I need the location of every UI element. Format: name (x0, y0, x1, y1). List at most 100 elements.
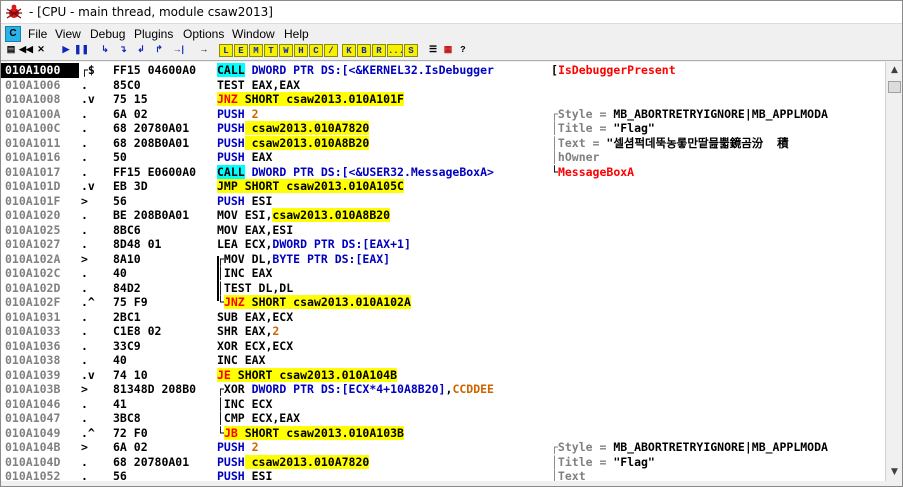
trace-over-icon[interactable]: ↱ (152, 44, 166, 57)
comment-cell: └MessageBoxA (551, 165, 885, 180)
disasm-row[interactable]: 010A1047. 3BC8 │CMP ECX,EAX (1, 411, 885, 426)
execute-till-return-icon[interactable]: →| (173, 44, 187, 57)
disasm-row[interactable]: 010A1027. 8D48 01 LEA ECX,DWORD PTR DS:[EA… (1, 237, 885, 252)
vertical-scrollbar[interactable]: ▲ ▼ (885, 62, 902, 481)
jump-marker: . (81, 324, 88, 338)
scroll-thumb[interactable] (888, 81, 901, 93)
hex-dump-cell: 8A10 (113, 251, 141, 266)
menu-options[interactable]: Options (183, 27, 224, 41)
disasm-row[interactable]: 010A102A >8A10 ┌MOV DL,BYTE PTR DS:[EAX] (1, 252, 885, 267)
comment-cell (551, 411, 885, 426)
asm-token: EAX (244, 150, 273, 164)
scroll-down-icon[interactable]: ▼ (886, 464, 902, 481)
disasm-row[interactable]: 010A1006. 85C0 TEST EAX,EAX (1, 78, 885, 93)
asm-token: csaw2013.010A8B20 (272, 208, 391, 222)
asm-token: SHORT csaw2013.010A101F (237, 92, 404, 106)
disassembly-pane[interactable]: 010A1000 ┌$ FF15 04600A0 CALL DWORD PTR DS:… (1, 62, 885, 481)
hex-dump-cell: 68 20780A01 (113, 121, 190, 135)
disasm-row[interactable]: 010A1049 .^ 72 F0 └JB SHORT csaw2013.010A10… (1, 425, 885, 441)
disasm-row[interactable]: 010A102D. 84D2 │TEST DL,DL (1, 281, 885, 296)
hex-dump-cell: C1E8 02 (113, 324, 162, 338)
memory-window-button[interactable]: M (249, 44, 263, 57)
asm-token: DWORD PTR DS:[EAX+1] (272, 237, 411, 251)
jump-marker: .^ (81, 295, 95, 309)
disasm-row[interactable]: 010A1011. 68 208B0A01 PUSH csaw2013.010A8B… (1, 135, 885, 151)
call-stack-window-button[interactable]: K (342, 44, 356, 57)
breakpoints-window-button[interactable]: B (357, 44, 371, 57)
disasm-row[interactable]: 010A102F .^ 75 F9 └JNZ SHORT csaw2013.010A1… (1, 295, 885, 310)
disasm-row[interactable]: 010A1036. 33C9 XOR ECX,ECX (1, 339, 885, 354)
go-to-icon[interactable]: → (197, 44, 211, 57)
list-icon[interactable]: ☰ (426, 44, 440, 57)
scroll-up-icon[interactable]: ▲ (886, 62, 902, 79)
address-cell: 010A1047 (5, 411, 61, 425)
disassembly-cell: JNZ SHORT csaw2013.010A101F (217, 92, 549, 107)
restart-icon[interactable]: ◀◀ (19, 44, 33, 57)
disasm-row[interactable]: 010A1025. 8BC6 MOV EAX,ESI (1, 223, 885, 238)
disasm-row[interactable]: 010A1031. 2BC1 SUB EAX,ECX (1, 310, 885, 325)
disasm-row[interactable]: 010A1016. 50 PUSH EAX │hOwner (1, 150, 885, 165)
comment-cell (551, 397, 885, 412)
comment-cell (551, 266, 885, 281)
disassembly-cell: INC EAX (217, 353, 549, 368)
windows-window-button[interactable]: W (279, 44, 293, 57)
menu-help[interactable]: Help (284, 27, 309, 41)
disasm-row[interactable]: 010A1000 ┌$ FF15 04600A0 CALL DWORD PTR DS:… (1, 63, 885, 78)
disasm-row[interactable]: 010A1039 .v 74 10 JE SHORT csaw2013.010A104… (1, 367, 885, 383)
disasm-row[interactable]: 010A102C. 40 │INC EAX (1, 266, 885, 281)
trace-into-icon[interactable]: ↲ (134, 44, 148, 57)
appearance-icon[interactable]: ▦ (441, 44, 455, 57)
cpu-window-button[interactable]: C (309, 44, 323, 57)
cpu-window-icon[interactable]: C (5, 26, 21, 42)
disasm-row[interactable]: 010A101D .v EB 3D JMP SHORT csaw2013.010A10… (1, 179, 885, 194)
hex-dump-cell: 85C0 (113, 77, 141, 92)
run-icon[interactable]: ▶ (59, 44, 73, 57)
disasm-row[interactable]: 010A1052. 56 PUSH ESI │Text (1, 469, 885, 481)
comment-cell: [IsDebuggerPresent (551, 63, 885, 78)
disasm-row[interactable]: 010A1020. BE 208B0A01 MOV ESI,csaw2013.010… (1, 208, 885, 223)
source-window-button[interactable]: S (404, 44, 418, 57)
disasm-row[interactable]: 010A104D. 68 20780A01 PUSH csaw2013.010A78… (1, 454, 885, 470)
disasm-row[interactable]: 010A1008 .v 75 15 JNZ SHORT csaw2013.010A10… (1, 92, 885, 107)
jump-marker: . (81, 469, 88, 481)
disasm-row[interactable]: 010A1038. 40 INC EAX (1, 353, 885, 368)
menu-debug[interactable]: Debug (90, 27, 125, 41)
disasm-row[interactable]: 010A100C. 68 20780A01 PUSH csaw2013.010A78… (1, 121, 885, 136)
disasm-row[interactable]: 010A101F >56 PUSH ESI (1, 194, 885, 209)
address-cell: 010A1006 (5, 77, 61, 92)
toolbar: ▤ ◀◀ ✕ ▶ ❚❚ ↳ ↴ ↲ ↱ →| → L E M T W H C /… (1, 43, 902, 61)
asm-token: MOV ESI, (217, 208, 273, 222)
open-file-icon[interactable]: ▤ (4, 44, 18, 57)
menu-view[interactable]: View (55, 27, 81, 41)
menu-window[interactable]: Window (232, 27, 275, 41)
menu-file[interactable]: File (28, 27, 47, 41)
disassembly-cell: CALL DWORD PTR DS:[<&USER32.MessageBoxA> (217, 164, 549, 180)
step-into-icon[interactable]: ↳ (98, 44, 112, 57)
comment-cell (551, 92, 885, 107)
disasm-row[interactable]: 010A103B >81348D 208B0 ┌XOR DWORD PTR DS:[… (1, 382, 885, 397)
disasm-row[interactable]: 010A100A. 6A 02 PUSH 2 ┌Style = MB_ABORTRET… (1, 107, 885, 122)
help-icon[interactable]: ? (456, 44, 470, 57)
threads-window-button[interactable]: T (264, 44, 278, 57)
patches-window-button[interactable]: / (324, 44, 338, 57)
disasm-row[interactable]: 010A1033. C1E8 02 SHR EAX,2 (1, 324, 885, 339)
run-trace-window-button[interactable]: ... (387, 44, 403, 57)
disasm-row[interactable]: 010A1017. FF15 E0600A0 CALL DWORD PTR DS:[… (1, 164, 885, 180)
handles-window-button[interactable]: H (294, 44, 308, 57)
jump-marker: . (81, 150, 88, 164)
jump-marker: . (81, 222, 88, 237)
log-window-button[interactable]: L (219, 44, 233, 57)
references-window-button[interactable]: R (372, 44, 386, 57)
asm-token: XOR ECX,ECX (217, 338, 294, 353)
step-over-icon[interactable]: ↴ (116, 44, 130, 57)
pause-icon[interactable]: ❚❚ (74, 44, 89, 57)
menu-plugins[interactable]: Plugins (134, 27, 173, 41)
disasm-row[interactable]: 010A104B >6A 02 PUSH 2 ┌Style = MB_ABORTRET… (1, 440, 885, 455)
modules-window-button[interactable]: E (234, 44, 248, 57)
disasm-row[interactable]: 010A1046. 41 │INC ECX (1, 397, 885, 412)
hex-dump-cell: 6A 02 (113, 106, 148, 121)
close-program-icon[interactable]: ✕ (34, 44, 48, 57)
hex-dump-cell: EB 3D (113, 179, 148, 193)
hex-dump-cell: 74 10 (113, 367, 148, 382)
jump-marker: . (81, 77, 88, 92)
